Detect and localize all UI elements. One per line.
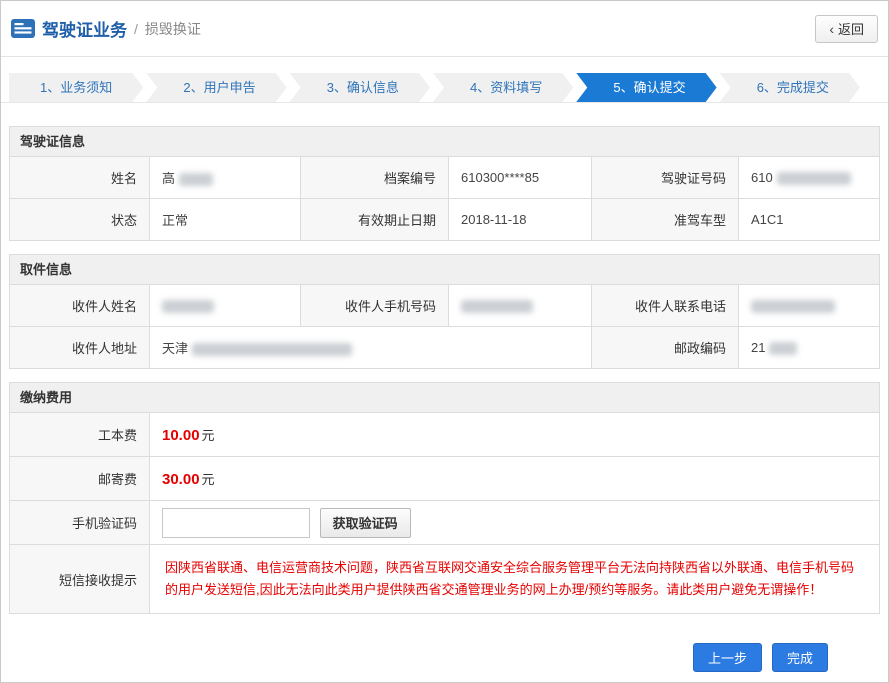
finish-button[interactable]: 完成 — [772, 643, 828, 672]
postcode-label: 邮政编码 — [592, 327, 739, 369]
table-row: 邮寄费 30.00元 — [10, 457, 880, 501]
recipient-name-label: 收件人姓名 — [10, 285, 150, 327]
name-label: 姓名 — [10, 157, 150, 199]
recipient-mobile-label: 收件人手机号码 — [301, 285, 449, 327]
redacted-text — [769, 342, 797, 355]
expire-value: 2018-11-18 — [449, 199, 592, 241]
currency-unit: 元 — [202, 428, 215, 443]
table-row: 收件人地址 天津 邮政编码 21 — [10, 327, 880, 369]
get-sms-code-button[interactable]: 获取验证码 — [320, 508, 411, 538]
mailing-fee-value: 30.00元 — [150, 457, 880, 501]
step-3-confirm-info: 3、确认信息 — [290, 73, 430, 102]
header-title-group: 驾驶证业务 / 损毁换证 — [11, 16, 201, 41]
sms-notice-label: 短信接收提示 — [10, 545, 150, 614]
table-row: 姓名 高 档案编号 610300****85 驾驶证号码 610 — [10, 157, 880, 199]
step-5-confirm-submit: 5、确认提交 — [576, 73, 716, 102]
license-no-value: 610 — [739, 157, 880, 199]
table-row: 状态 正常 有效期止日期 2018-11-18 准驾车型 A1C1 — [10, 199, 880, 241]
pickup-info-table: 收件人姓名 收件人手机号码 收件人联系电话 收件人地址 天津 邮政编码 21 — [9, 284, 880, 369]
step-1-business-notice: 1、业务须知 — [9, 73, 143, 102]
step-6-complete-submit: 6、完成提交 — [720, 73, 860, 102]
license-info-section: 驾驶证信息 姓名 高 档案编号 610300****85 驾驶证号码 610 状… — [9, 126, 880, 241]
table-row: 手机验证码 获取验证码 — [10, 501, 880, 545]
back-button-label: 返回 — [838, 19, 864, 38]
vehicle-class-label: 准驾车型 — [592, 199, 739, 241]
page-title: 驾驶证业务 — [42, 16, 127, 41]
step-label: 1、业务须知 — [40, 80, 112, 95]
name-value: 高 — [150, 157, 301, 199]
back-chevron-icon: ‹ — [829, 22, 834, 36]
page: 驾驶证业务 / 损毁换证 ‹ 返回 1、业务须知 2、用户申告 3、确认信息 4… — [0, 0, 889, 683]
mailing-fee-label: 邮寄费 — [10, 457, 150, 501]
production-fee-amount: 10.00 — [162, 427, 200, 444]
prev-step-button[interactable]: 上一步 — [693, 643, 762, 672]
file-no-value: 610300****85 — [449, 157, 592, 199]
table-row: 工本费 10.00元 — [10, 413, 880, 457]
main-content: 驾驶证信息 姓名 高 档案编号 610300****85 驾驶证号码 610 状… — [1, 103, 888, 614]
production-fee-label: 工本费 — [10, 413, 150, 457]
redacted-text — [192, 343, 352, 356]
sms-notice-cell: 因陕西省联通、电信运营商技术问题，陕西省互联网交通安全综合服务管理平台无法向持陕… — [150, 545, 880, 614]
mailing-fee-amount: 30.00 — [162, 471, 200, 488]
fees-section: 缴纳费用 工本费 10.00元 邮寄费 30.00元 手机验证码 — [9, 382, 880, 614]
license-service-icon — [11, 19, 35, 38]
fees-table: 工本费 10.00元 邮寄费 30.00元 手机验证码 获取验证码 — [9, 412, 880, 614]
redacted-text — [162, 300, 214, 313]
step-label: 4、资料填写 — [470, 80, 542, 95]
file-no-label: 档案编号 — [301, 157, 449, 199]
sms-notice-text: 因陕西省联通、电信运营商技术问题，陕西省互联网交通安全综合服务管理平台无法向持陕… — [165, 557, 864, 601]
steps: 1、业务须知 2、用户申告 3、确认信息 4、资料填写 5、确认提交 6、完成提… — [9, 73, 860, 102]
page-subtitle: 损毁换证 — [145, 19, 201, 39]
redacted-text — [777, 172, 851, 185]
production-fee-value: 10.00元 — [150, 413, 880, 457]
step-label: 2、用户申告 — [183, 80, 255, 95]
back-button[interactable]: ‹ 返回 — [815, 15, 878, 43]
step-2-user-declaration: 2、用户申告 — [146, 73, 286, 102]
step-4-fill-materials: 4、资料填写 — [433, 73, 573, 102]
header-bar: 驾驶证业务 / 损毁换证 ‹ 返回 — [1, 1, 888, 57]
recipient-address-label: 收件人地址 — [10, 327, 150, 369]
sms-code-label: 手机验证码 — [10, 501, 150, 545]
step-label: 6、完成提交 — [757, 80, 829, 95]
currency-unit: 元 — [202, 472, 215, 487]
fees-section-title: 缴纳费用 — [9, 382, 880, 412]
redacted-text — [461, 300, 533, 313]
sms-code-input[interactable] — [162, 508, 310, 538]
recipient-phone-label: 收件人联系电话 — [592, 285, 739, 327]
status-value: 正常 — [150, 199, 301, 241]
recipient-phone-value — [739, 285, 880, 327]
step-label: 5、确认提交 — [613, 80, 685, 95]
recipient-name-value — [150, 285, 301, 327]
sms-code-cell: 获取验证码 — [150, 501, 880, 545]
step-label: 3、确认信息 — [327, 80, 399, 95]
expire-label: 有效期止日期 — [301, 199, 449, 241]
postcode-value: 21 — [739, 327, 880, 369]
pickup-info-section: 取件信息 收件人姓名 收件人手机号码 收件人联系电话 收件人地址 天津 — [9, 254, 880, 369]
table-row: 收件人姓名 收件人手机号码 收件人联系电话 — [10, 285, 880, 327]
license-no-label: 驾驶证号码 — [592, 157, 739, 199]
recipient-address-value: 天津 — [150, 327, 592, 369]
recipient-mobile-value — [449, 285, 592, 327]
table-row: 短信接收提示 因陕西省联通、电信运营商技术问题，陕西省互联网交通安全综合服务管理… — [10, 545, 880, 614]
redacted-text — [179, 173, 213, 186]
vehicle-class-value: A1C1 — [739, 199, 880, 241]
title-separator: / — [134, 21, 138, 37]
steps-bar: 1、业务须知 2、用户申告 3、确认信息 4、资料填写 5、确认提交 6、完成提… — [1, 57, 888, 103]
footer-actions: 上一步 完成 — [1, 643, 888, 672]
status-label: 状态 — [10, 199, 150, 241]
license-info-section-title: 驾驶证信息 — [9, 126, 880, 156]
license-info-table: 姓名 高 档案编号 610300****85 驾驶证号码 610 状态 正常 有… — [9, 156, 880, 241]
redacted-text — [751, 300, 835, 313]
pickup-info-section-title: 取件信息 — [9, 254, 880, 284]
